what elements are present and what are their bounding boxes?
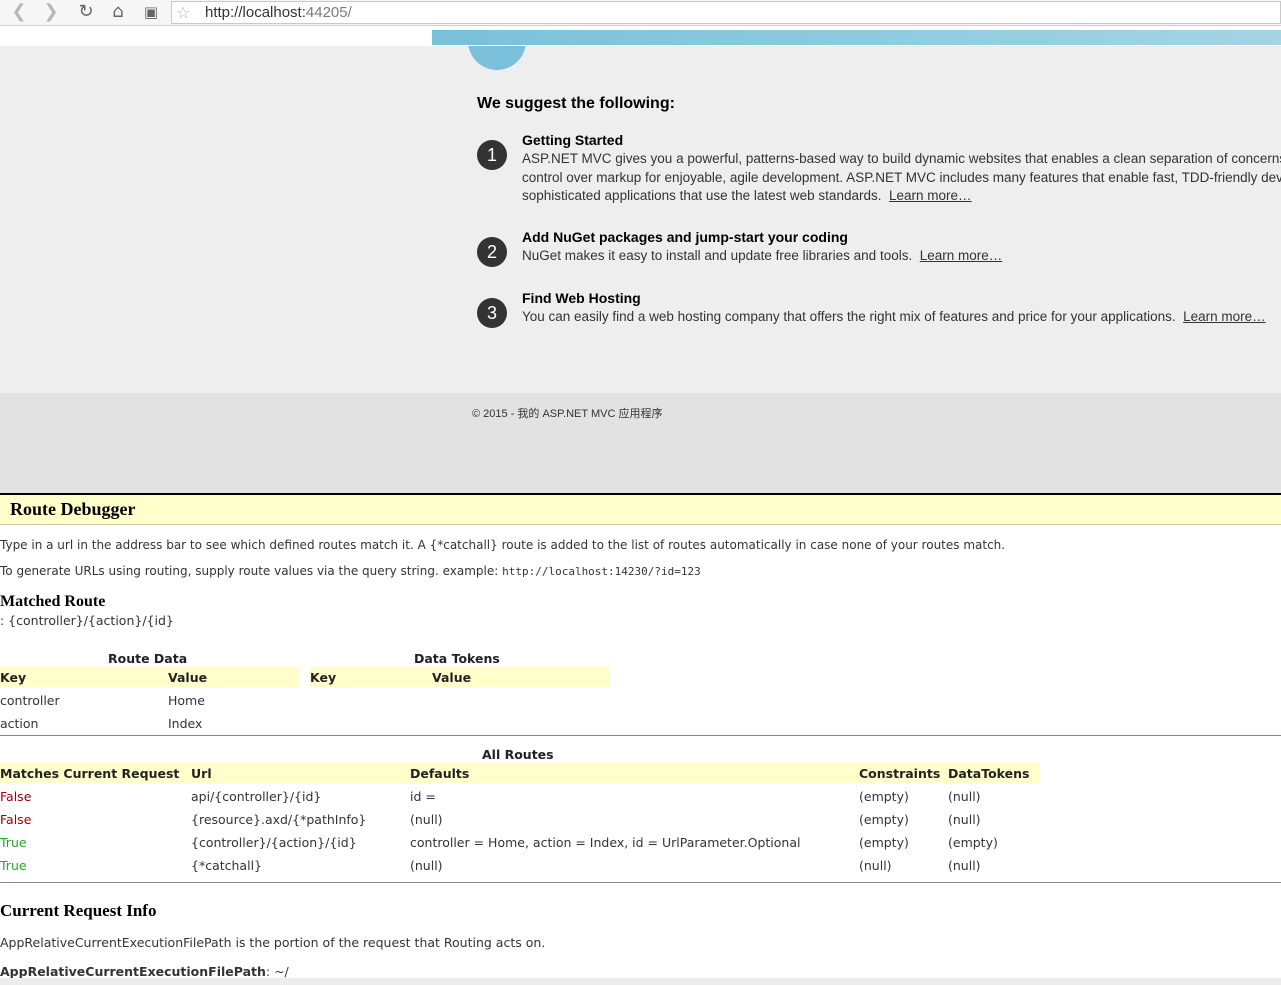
route-url: {controller}/{action}/{id} — [191, 835, 357, 850]
decorative-circle — [468, 46, 526, 70]
step-number: 1 — [477, 140, 507, 170]
route-debugger-title: Route Debugger — [10, 499, 136, 519]
route-url: {*catchall} — [191, 858, 262, 873]
route-constraints: (empty) — [859, 835, 909, 850]
route-match-flag: False — [0, 812, 32, 827]
route-datatokens: (empty) — [948, 835, 998, 850]
browser-toolbar: ❮ ❯ ↻ ⌂ ▣ ☆ http://localhost:44205/ — [0, 0, 1281, 26]
defaults-header: Defaults — [410, 766, 470, 781]
route-debugger: Route Debugger Type in a url in the addr… — [0, 493, 1281, 987]
step-title: Add NuGet packages and jump-start your c… — [522, 229, 848, 245]
step-number: 3 — [477, 298, 507, 328]
route-match-flag: True — [0, 858, 27, 873]
route-data-value: Home — [168, 693, 205, 708]
route-data-value-header: Value — [168, 670, 208, 685]
route-debugger-header: Route Debugger — [0, 495, 1281, 525]
request-info-heading: Current Request Info — [0, 901, 157, 920]
data-tokens-caption: Data Tokens — [414, 651, 500, 666]
site-footer: © 2015 - 我的 ASP.NET MVC 应用程序 — [0, 393, 1281, 493]
route-data-header-row — [0, 667, 300, 687]
request-info-description: AppRelativeCurrentExecutionFilePath is t… — [0, 935, 546, 950]
route-defaults: (null) — [410, 858, 443, 873]
route-data-key: controller — [0, 693, 60, 708]
request-info-value: : ~/ — [265, 964, 289, 979]
route-data-value: Index — [168, 716, 203, 731]
copyright-text: © 2015 - 我的 ASP.NET MVC 应用程序 — [472, 408, 663, 420]
step-number: 2 — [477, 237, 507, 267]
request-info-path: AppRelativeCurrentExecutionFilePath: ~/ — [0, 964, 289, 979]
back-arrow-icon[interactable]: ❮ — [8, 2, 30, 22]
route-constraints: (empty) — [859, 789, 909, 804]
learn-more-link[interactable]: Learn more… — [920, 248, 1003, 263]
route-constraints: (empty) — [859, 812, 909, 827]
route-match-flag: False — [0, 789, 32, 804]
route-url: api/{controller}/{id} — [191, 789, 322, 804]
route-data-key-header: Key — [0, 670, 27, 685]
route-datatokens: (null) — [948, 812, 981, 827]
url-header: Url — [191, 766, 212, 781]
divider — [0, 882, 1281, 883]
forward-arrow-icon[interactable]: ❯ — [40, 2, 62, 22]
route-data-key: action — [0, 716, 39, 731]
route-defaults: controller = Home, action = Index, id = … — [410, 835, 801, 850]
page-bottom-strip — [0, 978, 1281, 985]
step-title: Getting Started — [522, 132, 624, 148]
route-match-flag: True — [0, 835, 27, 850]
main-content: We suggest the following: 1 Getting Star… — [0, 46, 1281, 393]
step-description: You can easily find a web hosting compan… — [522, 309, 1266, 324]
route-defaults: id = — [410, 789, 436, 804]
generate-urls-text: To generate URLs using routing, supply r… — [0, 564, 701, 578]
datatokens-header: DataTokens — [948, 766, 1030, 781]
route-data-caption: Route Data — [108, 651, 188, 666]
route-defaults: (null) — [410, 812, 443, 827]
data-tokens-value-header: Value — [432, 670, 472, 685]
matched-route-heading: Matched Route — [0, 593, 106, 610]
request-info-label: AppRelativeCurrentExecutionFilePath — [0, 964, 266, 979]
matched-route-value: : {controller}/{action}/{id} — [0, 613, 174, 628]
step-description: NuGet makes it easy to install and updat… — [522, 248, 1003, 263]
all-routes-caption: All Routes — [482, 747, 554, 762]
data-tokens-key-header: Key — [310, 670, 337, 685]
intro-text: Type in a url in the address bar to see … — [0, 538, 1006, 552]
learn-more-link[interactable]: Learn more… — [1183, 309, 1266, 324]
address-url[interactable]: http://localhost:44205/ — [205, 4, 352, 21]
home-icon[interactable]: ⌂ — [107, 2, 129, 22]
bookmark-icon[interactable]: ▣ — [140, 2, 162, 22]
route-datatokens: (null) — [948, 789, 981, 804]
divider — [0, 735, 1281, 736]
suggest-heading: We suggest the following: — [477, 95, 675, 112]
header-blue-band — [432, 30, 1281, 45]
step-title: Find Web Hosting — [522, 290, 641, 306]
matches-header: Matches Current Request — [0, 766, 180, 781]
reload-icon[interactable]: ↻ — [75, 2, 97, 22]
constraints-header: Constraints — [859, 766, 941, 781]
example-url: http://localhost:14230/?id=123 — [502, 565, 701, 578]
address-bar[interactable]: ☆ http://localhost:44205/ — [171, 1, 1281, 24]
star-icon[interactable]: ☆ — [176, 2, 190, 23]
route-constraints: (null) — [859, 858, 892, 873]
route-url: {resource}.axd/{*pathInfo} — [191, 812, 367, 827]
route-datatokens: (null) — [948, 858, 981, 873]
learn-more-link[interactable]: Learn more… — [889, 188, 972, 203]
step-description: ASP.NET MVC gives you a powerful, patter… — [522, 151, 1281, 203]
